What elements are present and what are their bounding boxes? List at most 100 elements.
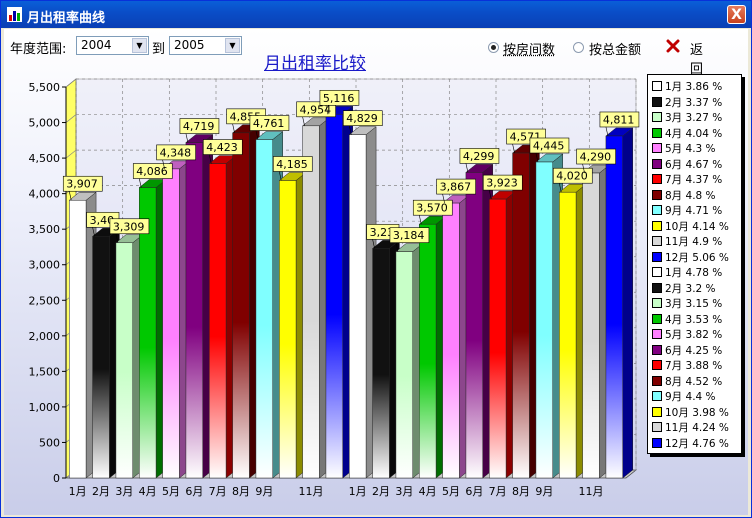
data-label-text: 3,923: [486, 177, 518, 190]
legend-swatch: [652, 81, 662, 91]
legend-item: 9月 4.4 %: [652, 389, 716, 403]
legend-label: 11月 4.9 %: [665, 236, 723, 248]
bar-front: [162, 168, 180, 479]
legend-item: 10月 3.98 %: [652, 405, 729, 419]
bar-front: [535, 161, 553, 479]
bar-19: [488, 190, 517, 479]
bar-23: [581, 164, 611, 479]
data-label-text: 4,719: [183, 120, 215, 133]
bar-3: [115, 234, 144, 479]
legend-swatch: [652, 143, 662, 153]
window-title: 月出租率曲线: [27, 11, 106, 26]
back-button[interactable]: 返 回: [690, 39, 748, 77]
legend-label: 8月 4.8 %: [665, 189, 716, 202]
y-tick-label: 2,000: [29, 330, 61, 343]
bar-1: [68, 191, 97, 479]
legend-item: 12月 4.76 %: [652, 436, 729, 450]
legend-label: 6月 4.67 %: [665, 158, 723, 171]
legend-swatch: [652, 282, 662, 293]
bar-6: [185, 134, 214, 479]
legend-swatch: [652, 174, 662, 184]
legend-swatch: [652, 422, 662, 432]
legend-label: 4月 3.53 %: [665, 313, 723, 326]
bar-17: [441, 194, 471, 479]
legend-label: 11月 4.24 %: [665, 422, 729, 434]
bar-front: [92, 236, 110, 479]
bar-front: [255, 139, 273, 479]
bar-13: [348, 126, 377, 479]
legend-item: 4月 3.53 %: [652, 312, 723, 326]
title-bar[interactable]: 月出租率曲线 X: [1, 1, 751, 28]
x-tick-label: 11月: [299, 485, 324, 498]
bar-front: [115, 242, 133, 479]
y-tick-label: 0: [53, 472, 60, 485]
bar-front: [325, 114, 343, 479]
y-tick-label: 1,500: [29, 365, 61, 378]
legend-swatch: [652, 406, 662, 417]
legend-swatch: [652, 220, 662, 231]
x-tick-label: 9月: [255, 485, 273, 498]
x-tick-label: 5月: [162, 485, 180, 498]
legend-swatch: [652, 298, 662, 308]
legend-label: 7月 3.88 %: [665, 360, 723, 372]
bar-front: [279, 180, 297, 479]
x-tick-label: 8月: [232, 485, 250, 498]
x-tick-label: 5月: [442, 485, 460, 498]
close-x-icon[interactable]: [666, 39, 680, 53]
data-label-text: 3,570: [416, 202, 448, 215]
data-label-text: 4,185: [276, 158, 308, 171]
data-label-text: 3,309: [113, 220, 145, 233]
x-tick-label: 1月: [349, 485, 367, 498]
legend-label: 12月 4.76 %: [665, 437, 729, 450]
bar-front: [442, 202, 460, 479]
close-button[interactable]: X: [727, 5, 746, 24]
x-tick-label: 2月: [92, 485, 110, 498]
legend-swatch: [652, 251, 662, 262]
legend-item: 2月 3.37 %: [652, 95, 723, 109]
bar-front: [232, 132, 250, 479]
data-label-text: 4,811: [603, 113, 635, 126]
legend-swatch: [652, 360, 662, 370]
legend-swatch: [652, 313, 662, 324]
x-tick-label: 4月: [139, 485, 157, 498]
x-tick-label: 11月: [579, 485, 604, 498]
y-tick-label: 5,000: [29, 117, 61, 130]
y-tick-label: 5,500: [29, 81, 61, 94]
data-label-text: 4,761: [253, 117, 285, 130]
legend-item: 6月 4.67 %: [652, 157, 723, 171]
y-tick-label: 2,500: [29, 294, 61, 307]
bar-front: [512, 152, 530, 479]
bar-2: [91, 227, 121, 479]
bar-side: [622, 127, 633, 479]
bar-11: [301, 117, 331, 479]
data-label-text: 4,086: [136, 165, 168, 178]
legend-swatch: [652, 437, 662, 448]
bar-15: [395, 243, 424, 479]
x-tick-label: 1月: [69, 485, 87, 498]
legend-item: 11月 4.9 %: [652, 234, 723, 248]
legend-label: 2月 3.37 %: [665, 96, 723, 109]
x-tick-label: 7月: [489, 485, 507, 498]
x-tick-label: 6月: [185, 485, 203, 498]
bar-20: [511, 144, 541, 479]
legend-label: 7月 4.37 %: [665, 174, 723, 186]
bar-front: [605, 135, 623, 479]
legend-swatch: [652, 329, 662, 339]
bar-chart: 0 500 1,000 1,500 2,000 2,500 3,000 3,500 4,000 4…: [29, 78, 640, 498]
bar-22: [558, 183, 587, 479]
bar-10: [278, 171, 307, 479]
legend-item: 3月 3.15 %: [652, 296, 722, 310]
legend-label: 9月 4.71 %: [665, 205, 723, 217]
legend-item: 5月 3.82 %: [652, 327, 722, 341]
x-tick-label: 3月: [395, 485, 413, 498]
legend-item: 12月 5.06 %: [652, 250, 729, 264]
bar-18: [465, 163, 494, 479]
bar-front: [185, 142, 203, 479]
legend-swatch: [652, 236, 662, 246]
chart-legend: 1月 3.86 % 2月 3.37 % 3月 3.27 % 4月 4.04 % 5月 4…: [647, 74, 742, 454]
data-label-text: 3,907: [66, 178, 98, 191]
bar-21: [535, 153, 564, 479]
legend-swatch: [652, 158, 662, 169]
bar-front: [69, 199, 87, 479]
bar-front: [209, 163, 227, 479]
